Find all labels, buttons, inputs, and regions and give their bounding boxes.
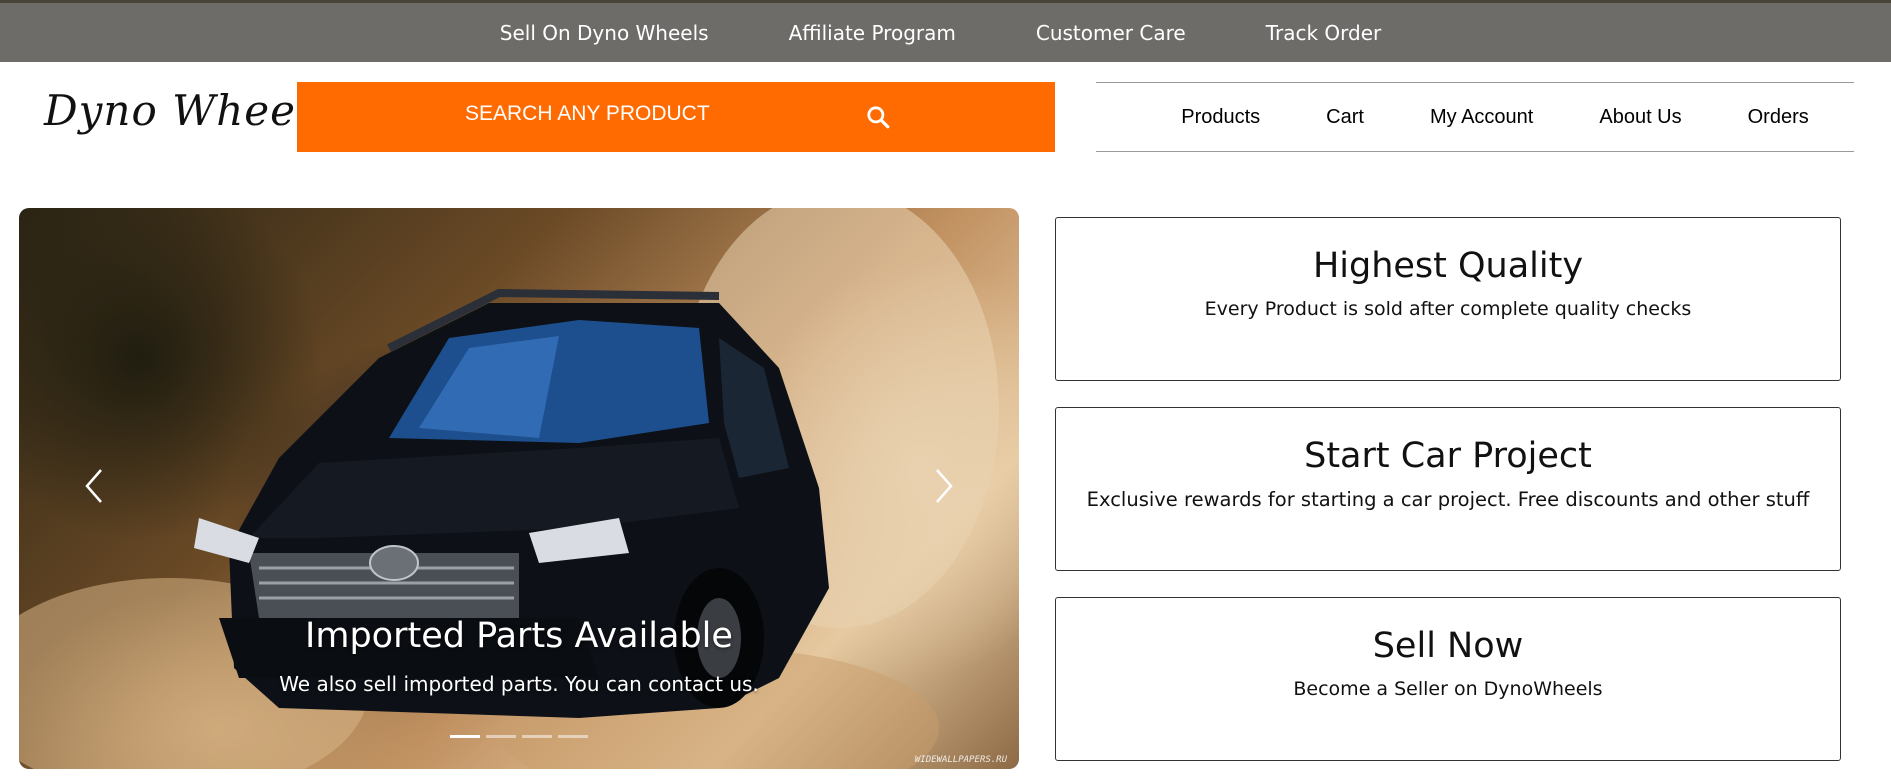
feature-card-text: Every Product is sold after complete qua… [1204,298,1692,320]
feature-card-highest-quality[interactable]: Highest Quality Every Product is sold af… [1055,217,1841,381]
affiliate-program-link[interactable]: Affiliate Program [789,21,956,45]
logo[interactable]: Dyno Wheels [44,86,333,135]
feature-card-title: Sell Now [1372,626,1524,666]
customer-care-link[interactable]: Customer Care [1036,21,1186,45]
top-links: Sell On Dyno Wheels Affiliate Program Cu… [0,3,1891,62]
carousel-caption-text: We also sell imported parts. You can con… [279,672,759,696]
carousel-next-icon[interactable] [931,466,957,506]
top-bar: Sell On Dyno Wheels Affiliate Program Cu… [0,0,1891,62]
track-order-link[interactable]: Track Order [1266,21,1382,45]
carousel-indicator-4[interactable] [558,735,588,738]
feature-card-title: Start Car Project [1304,436,1592,476]
feature-card-sell-now[interactable]: Sell Now Become a Seller on DynoWheels [1055,597,1841,761]
nav-about-us[interactable]: About Us [1599,106,1681,129]
nav-cart[interactable]: Cart [1326,106,1364,129]
search-placeholder[interactable]: SEARCH ANY PRODUCT [465,102,710,126]
nav-products[interactable]: Products [1181,106,1260,129]
carousel-indicator-2[interactable] [486,735,516,738]
hero-carousel[interactable]: Imported Parts Available We also sell im… [19,208,1019,769]
search-icon[interactable] [865,104,891,130]
carousel-indicator-1[interactable] [450,735,480,738]
carousel-indicators [450,735,588,738]
feature-card-text: Exclusive rewards for starting a car pro… [1086,488,1810,511]
nav-my-account[interactable]: My Account [1430,106,1533,129]
feature-card-text: Become a Seller on DynoWheels [1293,678,1603,700]
main-nav: Products Cart My Account About Us Orders [1096,82,1854,152]
carousel-caption-title: Imported Parts Available [305,616,733,656]
feature-card-title: Highest Quality [1312,246,1584,286]
sell-on-dyno-wheels-link[interactable]: Sell On Dyno Wheels [500,21,709,45]
feature-card-start-car-project[interactable]: Start Car Project Exclusive rewards for … [1055,407,1841,571]
carousel-indicator-3[interactable] [522,735,552,738]
search-bar[interactable]: SEARCH ANY PRODUCT [297,82,1055,152]
image-watermark: WIDEWALLPAPERS.RU [914,755,1007,765]
carousel-prev-icon[interactable] [81,466,107,506]
nav-orders[interactable]: Orders [1748,106,1809,129]
